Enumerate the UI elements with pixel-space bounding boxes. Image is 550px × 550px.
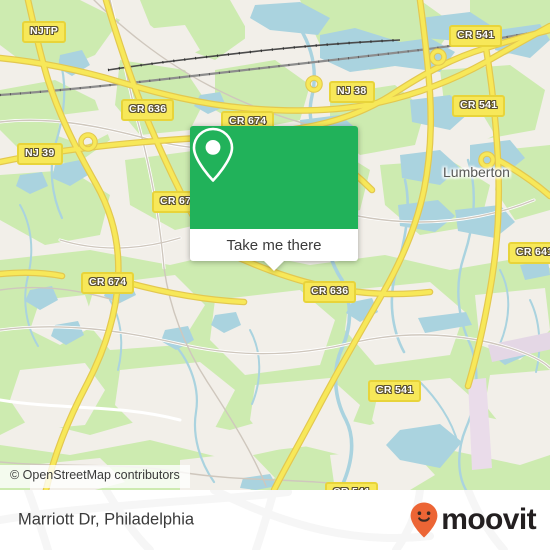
road-shield[interactable]: CR 674	[81, 272, 135, 294]
road-shield[interactable]: CR 541	[368, 380, 422, 402]
road-shield[interactable]: CR 541	[325, 482, 379, 490]
popup-footer[interactable]: Take me there	[190, 229, 358, 271]
map-screen: Lumberton NJTP CR 541 CR 636 NJ 38 CR 54…	[0, 0, 550, 550]
road-shield[interactable]: NJ 38	[329, 81, 375, 103]
location-title: Marriott Dr, Philadelphia	[18, 510, 195, 529]
road-shield[interactable]: NJTP	[22, 21, 67, 43]
moovit-logo[interactable]: moovit	[409, 501, 537, 539]
road-shield[interactable]: CR 541	[452, 95, 506, 117]
road-shield[interactable]: CR 636	[121, 99, 175, 121]
moovit-smiley-pin-icon	[410, 502, 438, 538]
location-pin-icon	[192, 127, 234, 182]
location-popup[interactable]: Take me there	[190, 126, 358, 271]
road-shield[interactable]: CR 641	[508, 242, 550, 264]
place-label-lumberton: Lumberton	[443, 164, 510, 180]
popup-tail-pointer	[263, 260, 285, 271]
map-canvas[interactable]: Lumberton NJTP CR 541 CR 636 NJ 38 CR 54…	[0, 0, 550, 490]
popup-header	[190, 126, 358, 229]
road-shield[interactable]: NJ 39	[17, 143, 63, 165]
moovit-wordmark: moovit	[441, 503, 536, 536]
road-shield[interactable]: CR 541	[449, 25, 503, 47]
bottom-info-bar: Marriott Dr, Philadelphia moovit	[0, 490, 550, 550]
take-me-there-label: Take me there	[226, 236, 322, 254]
map-attribution[interactable]: © OpenStreetMap contributors	[0, 465, 190, 488]
road-shield[interactable]: CR 636	[303, 281, 357, 303]
